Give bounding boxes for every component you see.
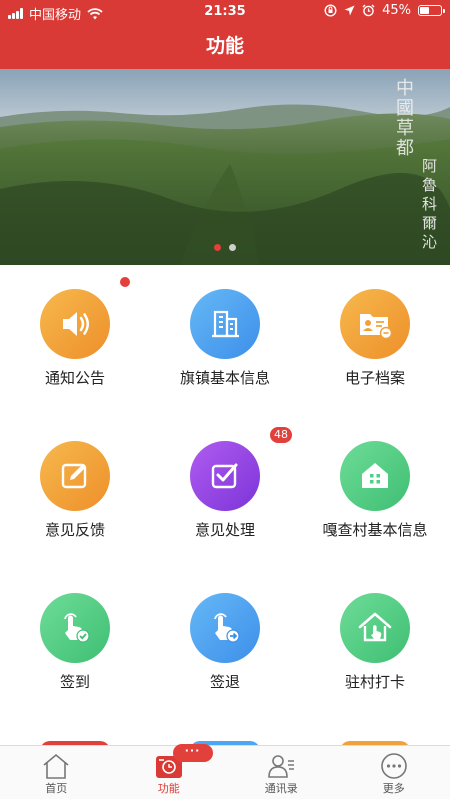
more-icon	[380, 753, 407, 779]
alarm-icon	[362, 4, 375, 17]
status-bar: 中国移动 21:35 45%	[0, 0, 450, 24]
feature-e-archive[interactable]: 电子档案	[300, 265, 450, 417]
battery-percent: 45%	[382, 3, 411, 18]
feature-label: 意见反馈	[44, 521, 105, 539]
tab-label: 首页	[45, 782, 68, 795]
unread-count-badge: 48	[270, 427, 292, 443]
house-icon	[340, 441, 410, 511]
carousel-indicator	[0, 244, 450, 251]
feature-feedback-handling[interactable]: 48 意见处理	[150, 417, 300, 569]
tab-function-badge: ···	[172, 744, 213, 762]
house-tap-icon	[340, 593, 410, 663]
tab-label: 通讯录	[264, 782, 298, 795]
feature-label: 嘎查村基本信息	[322, 521, 428, 539]
calligraphy-line1: 中國草都	[396, 78, 414, 159]
location-icon	[344, 5, 355, 16]
orientation-lock-icon	[324, 4, 337, 17]
tab-function[interactable]: ··· 功能	[113, 744, 226, 799]
feature-village-info[interactable]: 嘎查村基本信息	[300, 417, 450, 569]
tab-label: 功能	[157, 782, 180, 795]
tab-label: 更多	[382, 782, 405, 795]
feature-label: 通知公告	[44, 369, 105, 387]
feature-label: 签退	[209, 673, 240, 691]
carousel-dot-active[interactable]	[214, 244, 221, 251]
feature-grid: 通知公告 旗镇基本信息 电子档案 意见反馈 48 意见处理 嘎查村基本信息 签到…	[0, 265, 450, 745]
feature-feedback[interactable]: 意见反馈	[0, 417, 150, 569]
speaker-icon	[40, 289, 110, 359]
feature-town-info[interactable]: 旗镇基本信息	[150, 265, 300, 417]
folder-profile-icon	[340, 289, 410, 359]
feature-label: 电子档案	[344, 369, 405, 387]
feature-label: 意见处理	[194, 521, 255, 539]
edit-note-icon	[40, 441, 110, 511]
buildings-icon	[190, 289, 260, 359]
battery-icon	[418, 5, 445, 16]
feature-check-out[interactable]: 签退	[150, 569, 300, 721]
home-icon	[43, 753, 69, 779]
carousel-dot[interactable]	[229, 244, 236, 251]
feature-village-clock-in[interactable]: 驻村打卡	[300, 569, 450, 721]
calligraphy-line2: 阿魯科爾沁	[422, 157, 438, 251]
feature-check-in[interactable]: 签到	[0, 569, 150, 721]
notice-badge-dot	[120, 277, 130, 287]
page-title: 功能	[0, 24, 450, 69]
feature-label: 驻村打卡	[344, 673, 405, 691]
bottom-tab-bar: 首页 ··· 功能 通讯录 更多	[0, 744, 450, 799]
feature-label: 旗镇基本信息	[179, 369, 270, 387]
feature-notice[interactable]: 通知公告	[0, 265, 150, 417]
checkbox-icon	[190, 441, 260, 511]
banner-carousel[interactable]: 中國草都 阿魯科爾沁	[0, 69, 450, 265]
tap-check-icon	[40, 593, 110, 663]
grassland-image	[0, 69, 450, 265]
tap-arrow-icon	[190, 593, 260, 663]
tab-contacts[interactable]: 通讯录	[225, 746, 338, 799]
feature-label: 签到	[59, 673, 90, 691]
tab-home[interactable]: 首页	[0, 746, 113, 799]
contacts-icon	[268, 755, 295, 778]
tab-more[interactable]: 更多	[338, 746, 450, 799]
